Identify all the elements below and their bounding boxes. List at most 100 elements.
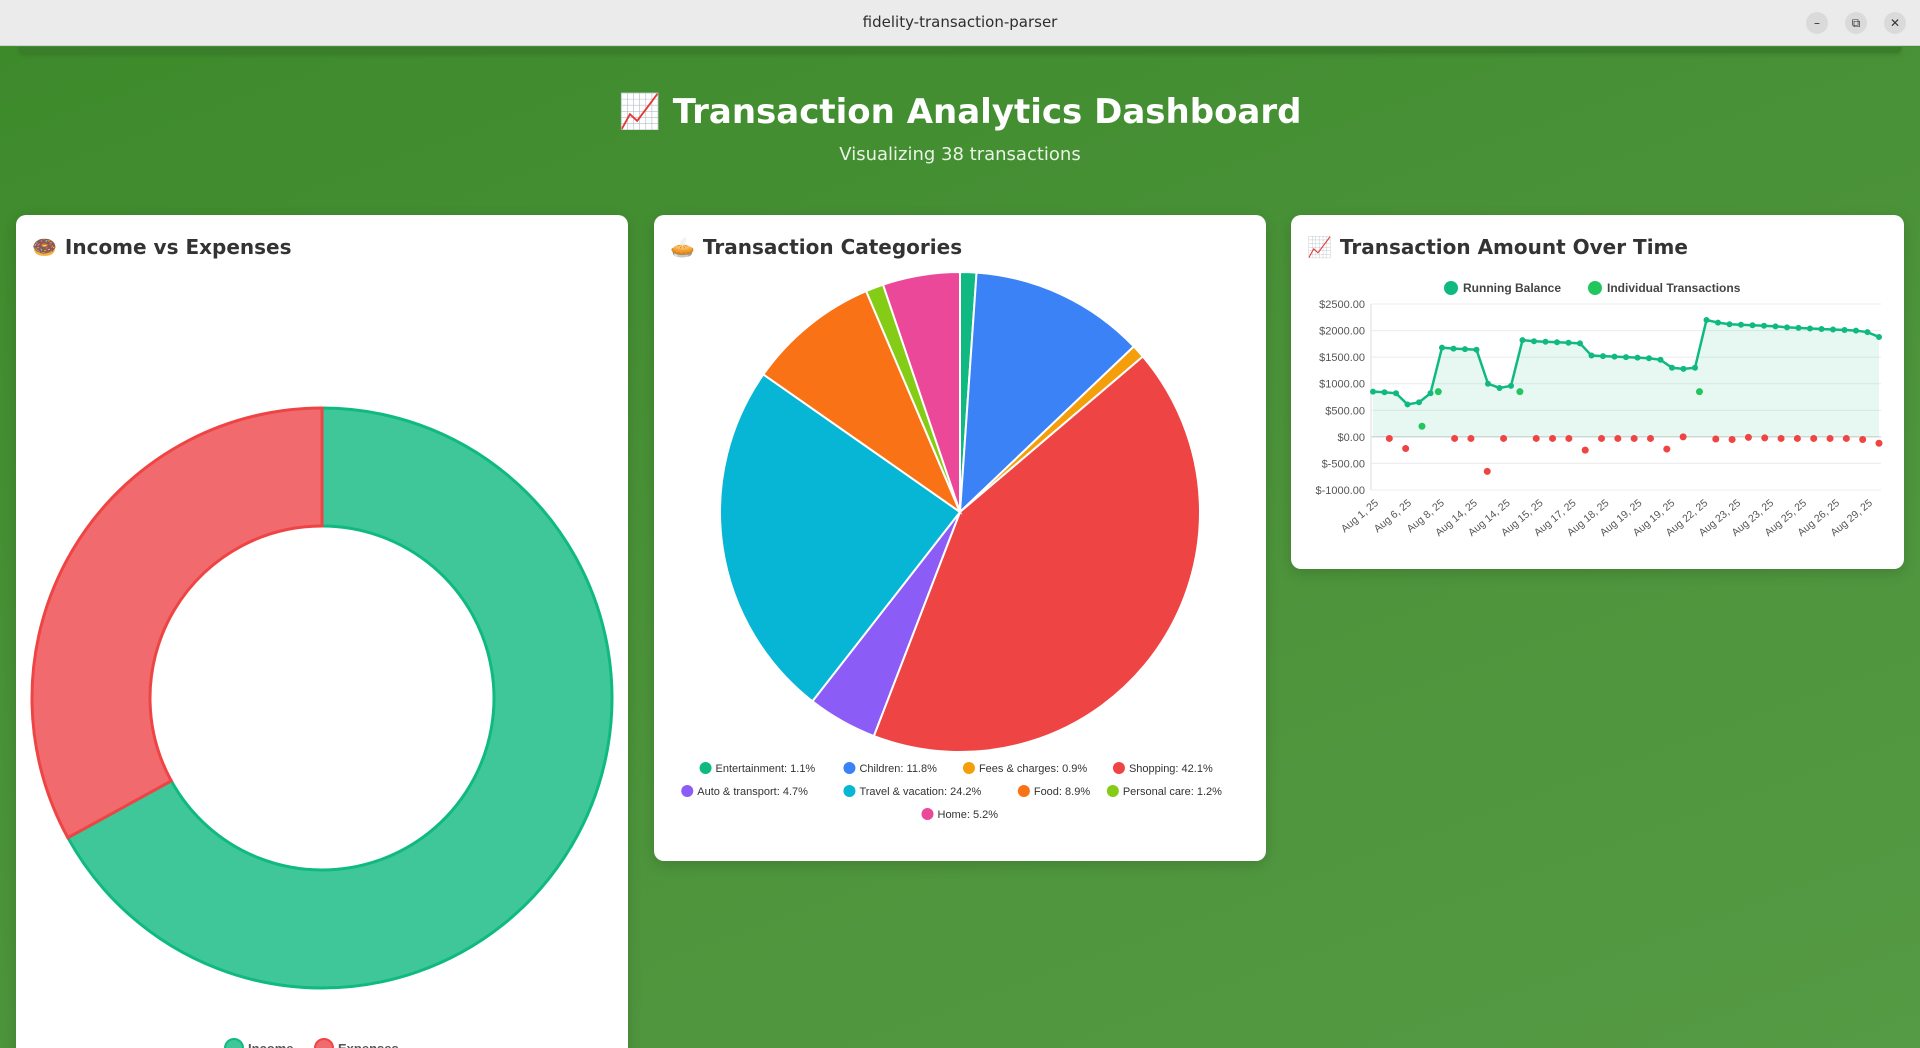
transaction-point[interactable] <box>1630 434 1638 442</box>
running-balance-point[interactable] <box>1542 338 1549 345</box>
transaction-point[interactable] <box>1483 467 1491 475</box>
running-balance-point[interactable] <box>1519 337 1526 344</box>
running-balance-point[interactable] <box>1485 380 1491 387</box>
running-balance-point[interactable] <box>1381 389 1388 396</box>
transaction-point[interactable] <box>1549 434 1557 442</box>
running-balance-point[interactable] <box>1588 352 1595 359</box>
transaction-point[interactable] <box>1418 422 1426 430</box>
transaction-point[interactable] <box>1859 436 1867 444</box>
transaction-point[interactable] <box>1826 434 1834 442</box>
running-balance-point[interactable] <box>1876 333 1882 340</box>
running-balance-point[interactable] <box>1439 344 1445 351</box>
income-expenses-chart[interactable]: Income Expenses <box>16 215 628 1048</box>
legend-label-income[interactable]: Income <box>248 1041 294 1048</box>
running-balance-point[interactable] <box>1611 353 1618 360</box>
running-balance-point[interactable] <box>1761 322 1767 329</box>
running-balance-point[interactable] <box>1634 354 1641 361</box>
legend-label-home-5-2[interactable]: Home: 5.2% <box>938 809 999 821</box>
transaction-point[interactable] <box>1712 435 1720 443</box>
running-balance-point[interactable] <box>1726 321 1733 328</box>
running-balance-point[interactable] <box>1784 324 1790 331</box>
transaction-point[interactable] <box>1875 439 1883 447</box>
running-balance-point[interactable] <box>1404 401 1411 408</box>
transaction-point[interactable] <box>1402 445 1410 453</box>
transaction-point[interactable] <box>1744 433 1752 441</box>
legend-swatch-expenses <box>314 1038 334 1048</box>
amount-over-time-chart[interactable]: $2500.00 $2000.00 $1500.00 $1000.00 $500.00 $… <box>1291 215 1904 569</box>
running-balance-point[interactable] <box>1772 323 1779 330</box>
running-balance-point[interactable] <box>1427 390 1434 397</box>
running-balance-point[interactable] <box>1496 384 1503 391</box>
running-balance-point[interactable] <box>1577 340 1583 347</box>
running-balance-point[interactable] <box>1818 325 1825 332</box>
running-balance-point[interactable] <box>1554 339 1560 346</box>
running-balance-point[interactable] <box>1864 329 1871 336</box>
running-balance-point[interactable] <box>1715 319 1721 326</box>
categories-title-text: Transaction Categories <box>702 235 963 259</box>
running-balance-point[interactable] <box>1680 365 1687 372</box>
running-balance-point[interactable] <box>1462 346 1468 353</box>
transaction-point[interactable] <box>1695 388 1703 396</box>
transaction-point[interactable] <box>1581 446 1589 454</box>
transaction-point[interactable] <box>1500 434 1508 442</box>
transaction-point[interactable] <box>1793 434 1801 442</box>
running-balance-point[interactable] <box>1646 355 1652 362</box>
running-balance-point[interactable] <box>1416 399 1422 406</box>
legend-label-travel-vacation-24-2[interactable]: Travel & vacation: 24.2% <box>859 786 981 798</box>
running-balance-point[interactable] <box>1657 356 1664 363</box>
transaction-point[interactable] <box>1451 434 1459 442</box>
transaction-point[interactable] <box>1467 434 1475 442</box>
running-balance-point[interactable] <box>1508 382 1514 389</box>
legend-label-food-8-9[interactable]: Food: 8.9% <box>1034 786 1090 798</box>
running-balance-point[interactable] <box>1450 345 1457 352</box>
running-balance-point[interactable] <box>1703 316 1710 323</box>
legend-label-fees-charges-0-9[interactable]: Fees & charges: 0.9% <box>979 763 1087 775</box>
legend-label-personal-care-1-2[interactable]: Personal care: 1.2% <box>1123 786 1222 798</box>
running-balance-point[interactable] <box>1692 364 1698 371</box>
running-balance-point[interactable] <box>1393 390 1399 397</box>
restore-button[interactable]: ⧉ <box>1845 12 1867 34</box>
minimize-button[interactable]: – <box>1806 12 1828 34</box>
legend-label-shopping-42-1[interactable]: Shopping: 42.1% <box>1129 763 1213 775</box>
transaction-point[interactable] <box>1516 388 1524 396</box>
transaction-point[interactable] <box>1728 436 1736 444</box>
running-balance-point[interactable] <box>1669 364 1675 371</box>
running-balance-point[interactable] <box>1370 388 1376 395</box>
legend-label-individual-transactions[interactable]: Individual Transactions <box>1607 281 1741 295</box>
legend-label-entertainment-1-1[interactable]: Entertainment: 1.1% <box>716 763 816 775</box>
categories-chart[interactable]: Entertainment: 1.1% Children: 11.8% Fees &… <box>654 215 1266 861</box>
running-balance-point[interactable] <box>1600 353 1606 360</box>
transaction-point[interactable] <box>1614 434 1622 442</box>
top-nav-strip <box>18 47 1902 53</box>
legend-label-expenses[interactable]: Expenses <box>338 1041 399 1048</box>
legend-label-running-balance[interactable]: Running Balance <box>1463 281 1561 295</box>
running-balance-point[interactable] <box>1473 346 1480 353</box>
transaction-point[interactable] <box>1777 434 1785 442</box>
running-balance-point[interactable] <box>1623 354 1629 361</box>
running-balance-point[interactable] <box>1807 325 1813 332</box>
transaction-point[interactable] <box>1663 445 1671 453</box>
running-balance-point[interactable] <box>1853 327 1859 334</box>
y-tick-label: $2500.00 <box>1319 299 1365 311</box>
transaction-point[interactable] <box>1434 388 1442 396</box>
legend-label-children-11-8[interactable]: Children: 11.8% <box>859 763 937 775</box>
running-balance-point[interactable] <box>1795 324 1802 331</box>
transaction-point[interactable] <box>1842 434 1850 442</box>
running-balance-point[interactable] <box>1531 338 1537 345</box>
running-balance-point[interactable] <box>1738 321 1744 328</box>
running-balance-point[interactable] <box>1830 326 1836 333</box>
transaction-point[interactable] <box>1598 434 1606 442</box>
running-balance-point[interactable] <box>1565 339 1572 346</box>
running-balance-point[interactable] <box>1749 322 1756 329</box>
slice-expenses[interactable] <box>30 406 324 840</box>
legend-label-auto-transport-4-7[interactable]: Auto & transport: 4.7% <box>697 786 808 798</box>
transaction-point[interactable] <box>1565 434 1573 442</box>
running-balance-point[interactable] <box>1841 327 1848 334</box>
transaction-point[interactable] <box>1810 434 1818 442</box>
close-button[interactable]: ✕ <box>1884 12 1906 34</box>
transaction-point[interactable] <box>1532 434 1540 442</box>
transaction-point[interactable] <box>1385 434 1393 442</box>
transaction-point[interactable] <box>1679 433 1687 441</box>
transaction-point[interactable] <box>1646 434 1654 442</box>
transaction-point[interactable] <box>1761 434 1769 442</box>
